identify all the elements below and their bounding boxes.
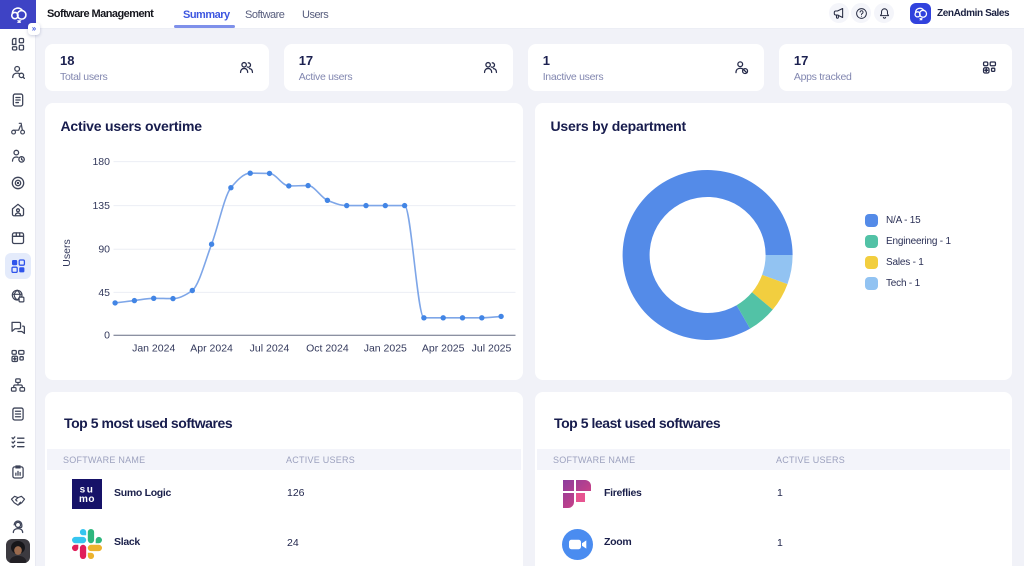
svg-text:Oct 2024: Oct 2024 bbox=[306, 343, 349, 355]
svg-text:Jan 2024: Jan 2024 bbox=[132, 343, 175, 355]
svg-text:Apr 2024: Apr 2024 bbox=[190, 343, 233, 355]
svg-text:180: 180 bbox=[92, 156, 110, 168]
svg-text:Users: Users bbox=[61, 239, 73, 266]
svg-text:45: 45 bbox=[98, 287, 110, 299]
svg-text:0: 0 bbox=[104, 330, 110, 342]
svg-text:Jul 2024: Jul 2024 bbox=[250, 343, 290, 355]
svg-text:Apr 2025: Apr 2025 bbox=[422, 343, 465, 355]
svg-text:135: 135 bbox=[92, 200, 110, 212]
svg-text:90: 90 bbox=[98, 244, 110, 256]
svg-text:Jul 2025: Jul 2025 bbox=[472, 343, 512, 355]
svg-text:Jan 2025: Jan 2025 bbox=[364, 343, 407, 355]
svg-text:mo: mo bbox=[79, 494, 95, 505]
